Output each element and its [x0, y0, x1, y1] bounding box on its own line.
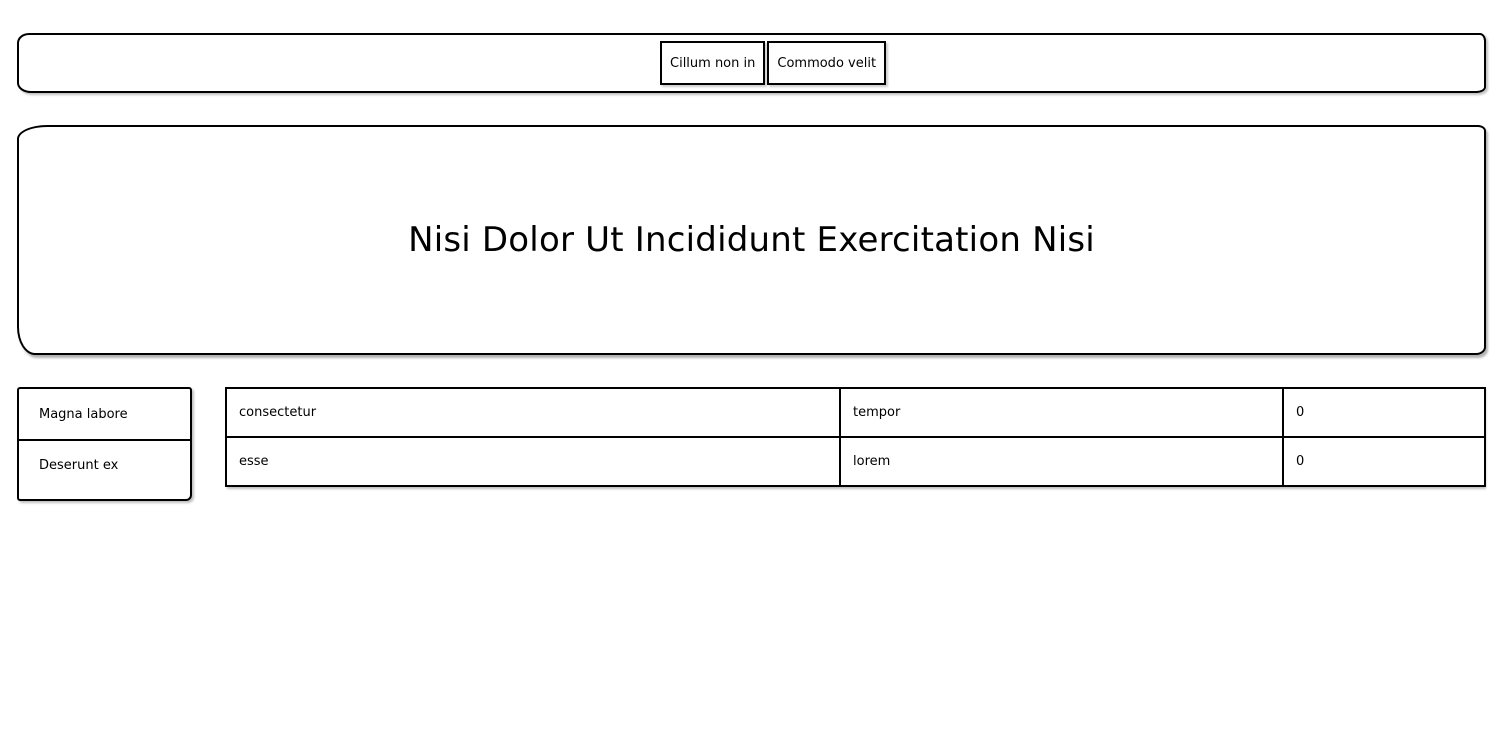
table-cell: lorem — [839, 436, 1284, 487]
table-cell: 0 — [1282, 387, 1486, 438]
table-row: esse lorem 0 — [225, 436, 1486, 487]
side-menu: Magna labore Deserunt ex — [17, 387, 192, 501]
table-cell: esse — [225, 436, 841, 487]
top-nav-buttons: Cillum non in Commodo velit — [660, 41, 887, 85]
table-row: consectetur tempor 0 — [225, 387, 1486, 438]
side-menu-item-deserunt-ex[interactable]: Deserunt ex — [19, 439, 190, 489]
page-title: Nisi Dolor Ut Incididunt Exercitation Ni… — [408, 220, 1095, 260]
table-cell: tempor — [839, 387, 1284, 438]
side-menu-item-magna-labore[interactable]: Magna labore — [19, 389, 190, 439]
hero-banner: Nisi Dolor Ut Incididunt Exercitation Ni… — [17, 125, 1486, 355]
data-table: consectetur tempor 0 esse lorem 0 — [225, 387, 1486, 487]
nav-button-cillum-non-in[interactable]: Cillum non in — [660, 41, 766, 85]
table-cell: consectetur — [225, 387, 841, 438]
table-cell: 0 — [1282, 436, 1486, 487]
nav-button-commodo-velit[interactable]: Commodo velit — [767, 41, 887, 85]
